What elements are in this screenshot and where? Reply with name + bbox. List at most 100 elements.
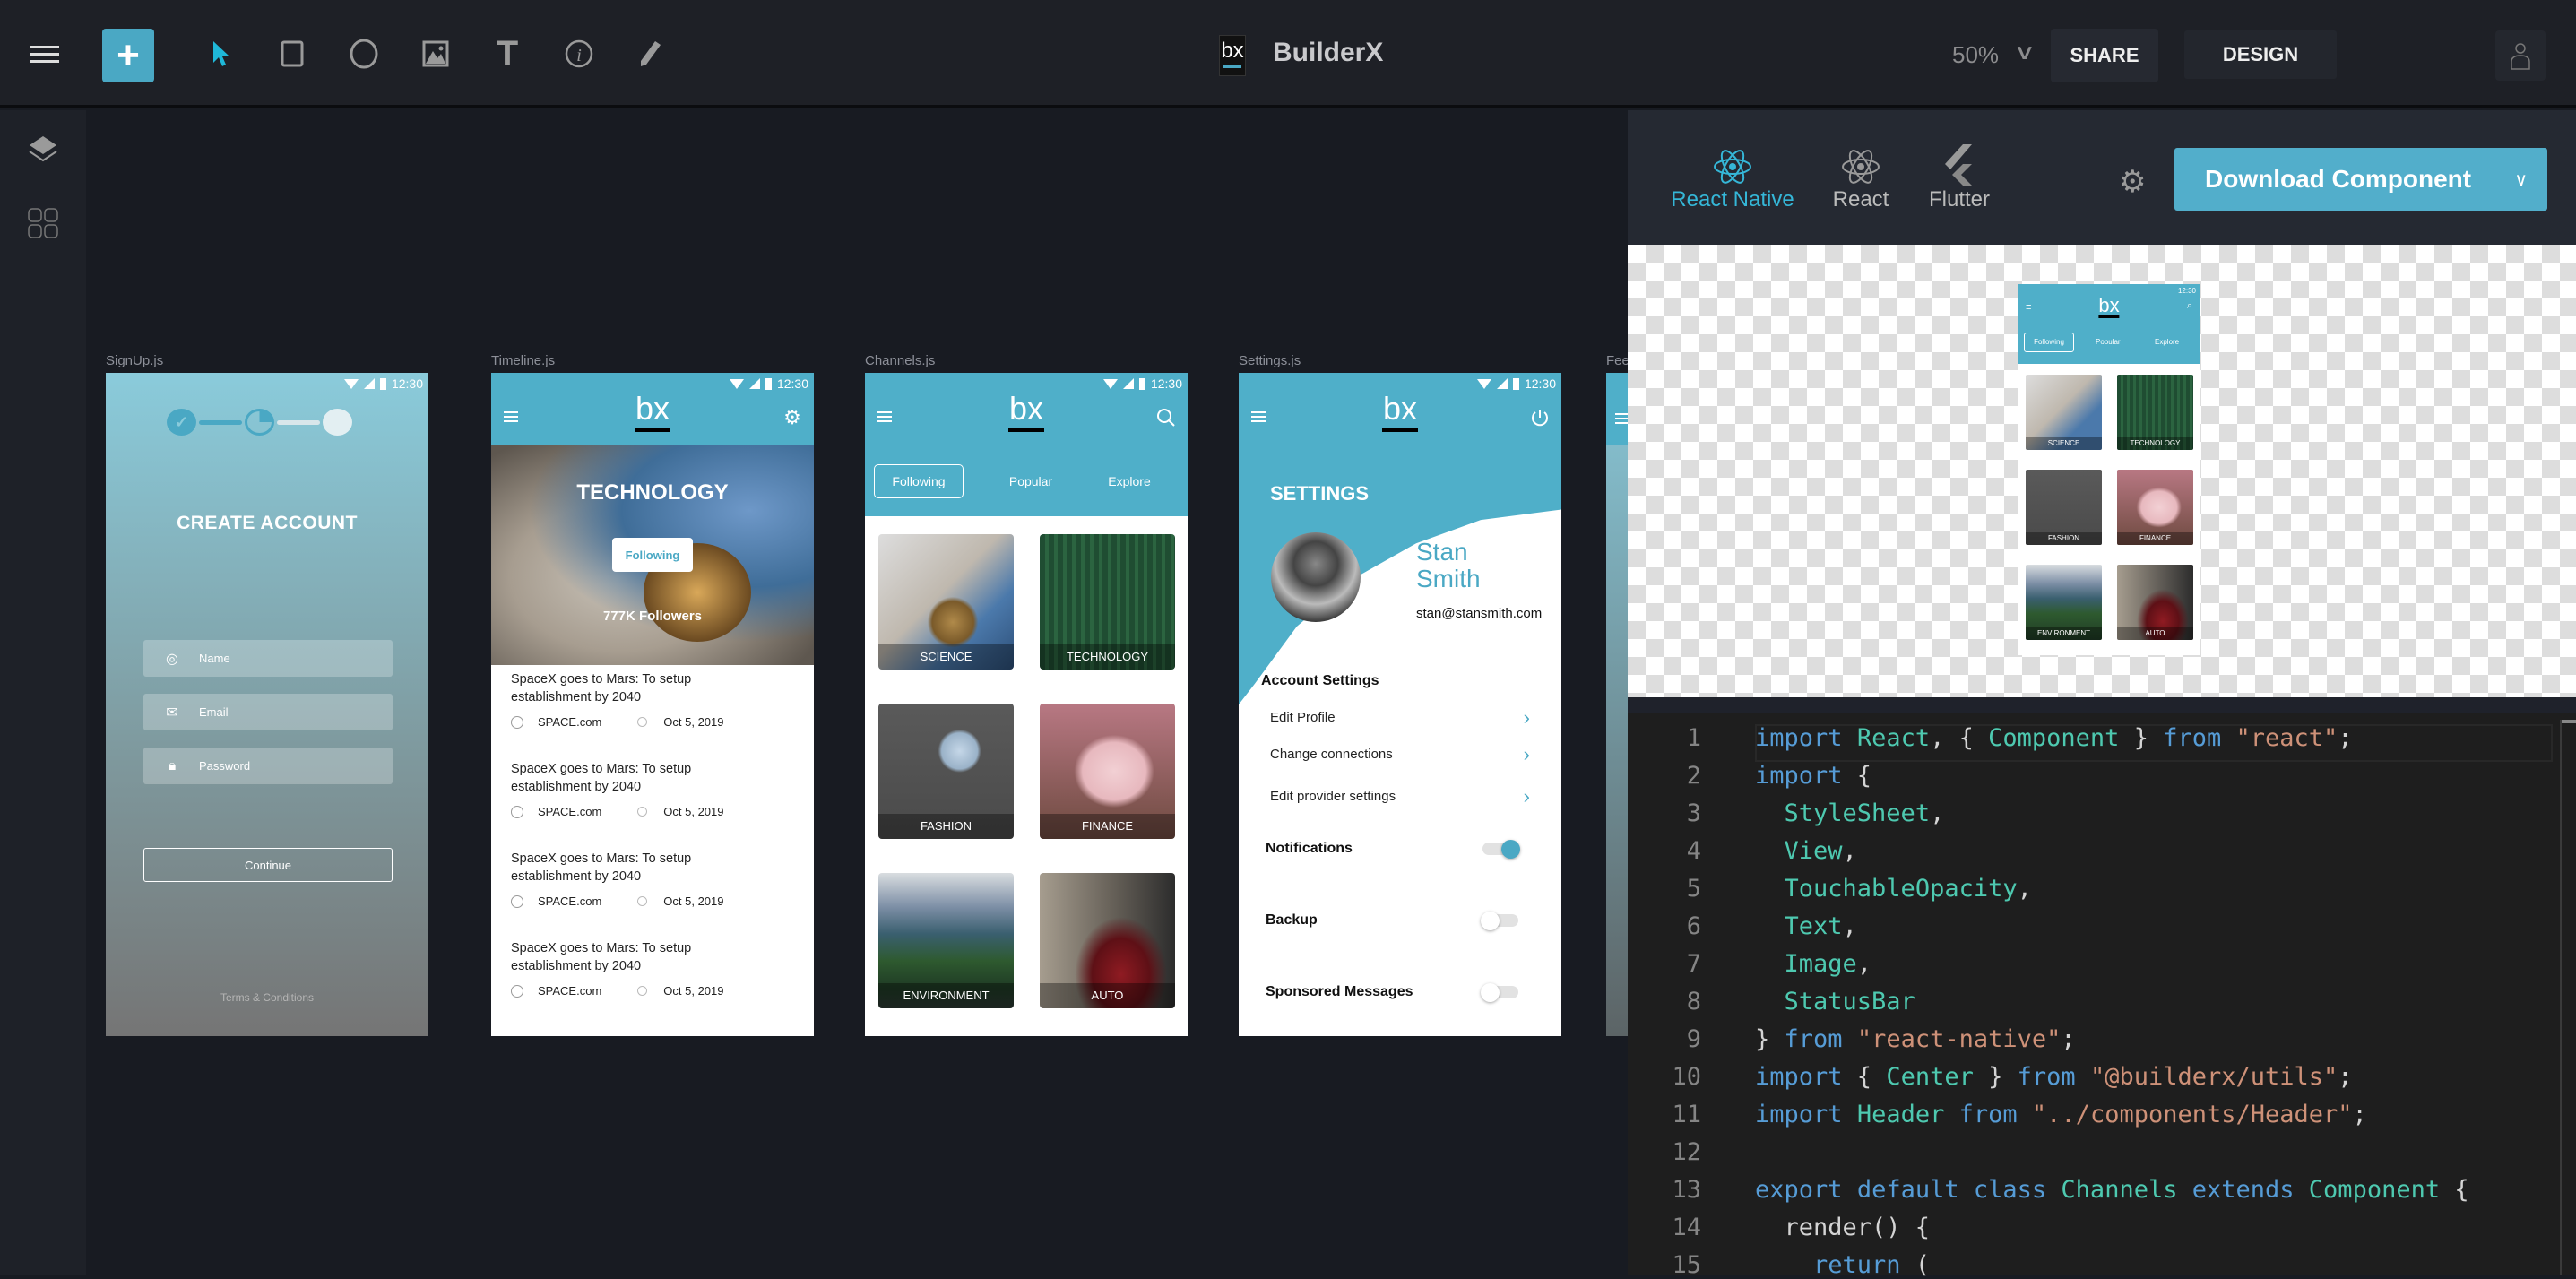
channel-tile[interactable]: SCIENCE — [878, 534, 1014, 670]
preview-tile: SCIENCE — [2026, 375, 2102, 450]
pointer-icon — [213, 41, 229, 66]
screen-label-timeline[interactable]: Timeline.js — [491, 353, 555, 368]
gear-icon[interactable]: ⚙ — [2119, 164, 2146, 200]
screen-label-signup[interactable]: SignUp.js — [106, 353, 163, 368]
timeline-screen[interactable]: 12:30 bx ⚙ TECHNOLOGY Following 777K Fol… — [491, 373, 814, 1036]
hamburger-icon[interactable] — [1615, 410, 1628, 427]
email-placeholder: Email — [199, 705, 229, 719]
mail-icon: ✉ — [166, 704, 178, 721]
code-line[interactable]: StyleSheet, — [1755, 799, 1945, 827]
hamburger-icon[interactable] — [877, 409, 892, 425]
notifications-toggle[interactable] — [1482, 840, 1520, 859]
news-item[interactable]: SpaceX goes to Mars: To setup establishm… — [511, 760, 814, 850]
code-line[interactable]: return ( — [1755, 1251, 1930, 1279]
app-header — [1606, 373, 1628, 445]
hamburger-icon[interactable] — [1251, 409, 1266, 425]
code-line[interactable]: import React, { Component } from "react"… — [1755, 724, 2353, 752]
editor-scrollbar[interactable] — [2560, 720, 2562, 1275]
sponsored-messages-toggle[interactable] — [1481, 983, 1518, 1002]
code-line[interactable]: View, — [1755, 837, 1857, 865]
select-tool-button[interactable] — [203, 36, 238, 72]
channel-tile[interactable]: TECHNOLOGY — [1040, 534, 1175, 670]
tab-following[interactable]: Following — [874, 463, 964, 498]
chevron-down-icon[interactable]: ∨ — [2514, 169, 2528, 191]
link-label: Change connections — [1270, 747, 1393, 762]
channel-tile[interactable]: AUTO — [1040, 873, 1175, 1008]
rectangle-tool-button[interactable] — [274, 36, 310, 72]
edit-profile-link[interactable]: Edit Profile › — [1270, 706, 1539, 729]
add-button[interactable]: + — [102, 29, 154, 82]
pen-tool-button[interactable] — [633, 36, 669, 72]
code-line[interactable]: import { — [1755, 762, 1871, 790]
news-date: Oct 5, 2019 — [663, 715, 724, 729]
framework-tab-react-native[interactable]: React Native — [1665, 137, 1800, 212]
screen-label-channels[interactable]: Channels.js — [865, 353, 935, 368]
channel-tile[interactable]: FINANCE — [1040, 704, 1175, 839]
ellipse-tool-button[interactable] — [346, 36, 382, 72]
code-line[interactable]: export default class Channels extends Co… — [1755, 1176, 2469, 1204]
download-component-button[interactable]: Download Component ∨ — [2174, 148, 2547, 211]
code-editor[interactable]: 1 import React, { Component } from "react… — [1628, 697, 2576, 1279]
tab-popular[interactable]: Popular — [981, 474, 1080, 488]
code-line[interactable]: Image, — [1755, 950, 1872, 978]
layers-button[interactable] — [25, 132, 61, 168]
avatar[interactable] — [1271, 532, 1361, 622]
left-sidebar — [0, 110, 86, 1275]
change-connections-link[interactable]: Change connections › — [1270, 743, 1539, 765]
design-mode-button[interactable]: DESIGN — [2184, 30, 2337, 79]
password-field[interactable]: 🔒︎ Password — [143, 748, 393, 784]
signup-screen[interactable]: 12:30 ✓ CREATE ACCOUNT ◎ Name ✉ Email 🔒︎ Pa… — [106, 373, 428, 1036]
line-number: 6 — [1686, 912, 1701, 940]
edit-provider-settings-link[interactable]: Edit provider settings › — [1270, 785, 1539, 808]
text-tool-button[interactable]: T — [489, 34, 525, 73]
code-line[interactable]: import Header from "../components/Header… — [1755, 1101, 2367, 1128]
zoom-level[interactable]: 50% — [1952, 41, 1999, 69]
news-item[interactable]: SpaceX goes to Mars: To setup establishm… — [511, 850, 814, 939]
chevron-right-icon: › — [1523, 743, 1530, 765]
code-line[interactable]: render() { — [1755, 1214, 1931, 1241]
following-button[interactable]: Following — [612, 538, 693, 572]
channel-tile[interactable]: ENVIRONMENT — [878, 873, 1014, 1008]
tab-explore[interactable]: Explore — [1080, 474, 1179, 488]
share-button[interactable]: SHARE — [2051, 29, 2158, 82]
code-line[interactable]: Text, — [1755, 912, 1857, 940]
info-tool-button[interactable]: i — [561, 36, 597, 72]
design-canvas[interactable]: SignUp.js Timeline.js Channels.js Settin… — [86, 110, 1628, 1275]
screen-label-settings[interactable]: Settings.js — [1239, 353, 1301, 368]
components-button[interactable] — [25, 205, 61, 241]
search-icon[interactable] — [1155, 407, 1177, 428]
continue-button[interactable]: Continue — [143, 848, 393, 882]
editor-scrollbar-thumb[interactable] — [2562, 720, 2576, 723]
channel-tile[interactable]: FASHION — [878, 704, 1014, 839]
terms-link[interactable]: Terms & Conditions — [106, 991, 428, 1004]
screen-label-feed[interactable]: Fee — [1606, 353, 1628, 368]
feed-screen[interactable] — [1606, 373, 1628, 1036]
settings-title: SETTINGS — [1270, 482, 1370, 505]
power-icon[interactable] — [1529, 407, 1551, 428]
settings-gear-icon[interactable]: ⚙ — [782, 406, 803, 428]
framework-tab-flutter[interactable]: Flutter — [1915, 137, 2004, 212]
email-field[interactable]: ✉ Email — [143, 694, 393, 730]
news-title: SpaceX goes to Mars: To setup establishm… — [511, 851, 692, 884]
hamburger-icon[interactable] — [504, 409, 518, 425]
framework-label: React Native — [1671, 187, 1794, 212]
zoom-dropdown-chevron-icon[interactable]: ∨ — [2013, 39, 2036, 65]
news-item[interactable]: SpaceX goes to Mars: To setup establishm… — [511, 939, 814, 1029]
backup-toggle[interactable] — [1481, 912, 1518, 930]
image-tool-button[interactable] — [418, 36, 454, 72]
line-number: 7 — [1686, 950, 1701, 978]
code-line[interactable]: StatusBar — [1755, 988, 1915, 1015]
hamburger-menu-button[interactable] — [27, 36, 63, 72]
globe-icon — [511, 984, 523, 998]
news-item[interactable]: SpaceX goes to Mars: To setup establishm… — [511, 670, 814, 760]
account-button[interactable] — [2495, 30, 2546, 81]
code-line[interactable]: import { Center } from "@builderx/utils"… — [1755, 1063, 2353, 1091]
code-line[interactable]: TouchableOpacity, — [1755, 875, 2032, 903]
framework-tab-react[interactable]: React — [1816, 137, 1906, 212]
preview-tile: AUTO — [2117, 565, 2193, 640]
name-field[interactable]: ◎ Name — [143, 640, 393, 677]
channels-screen[interactable]: 12:30 bx Following Popular Explore SCIEN… — [865, 373, 1188, 1036]
code-line[interactable]: } from "react-native"; — [1755, 1025, 2076, 1053]
settings-screen[interactable]: 12:30 bx SETTINGS Stan Smith stan@stansmi… — [1239, 373, 1561, 1036]
preview-tab: Explore — [2155, 338, 2180, 346]
